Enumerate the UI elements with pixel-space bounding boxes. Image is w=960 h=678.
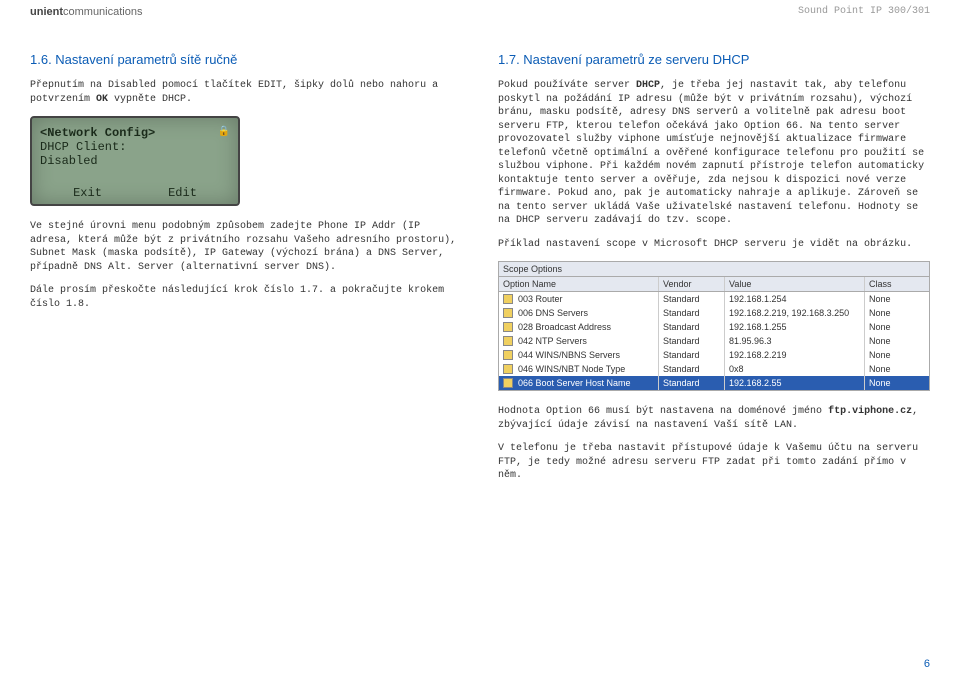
col-value: Value [725,277,865,291]
text-bold: OK [96,94,108,105]
text: Hodnota Option 66 musí být nastavena na … [498,406,828,417]
lcd-softkey-exit: Exit [73,186,102,200]
left-paragraph-1: Přepnutím na Disabled pomocí tlačítek ED… [30,79,462,106]
cell: 046 WINS/NBT Node Type [518,364,625,374]
scope-title: Scope Options [499,262,929,277]
cell: Standard [659,320,725,334]
logo: unientcommunications [30,6,142,18]
lcd-line-2: Disabled [40,154,230,168]
cell: None [865,292,911,306]
text-bold: DHCP [636,80,660,91]
cell: Standard [659,362,725,376]
section-1-7-heading: 1.7. Nastavení parametrů ze serveru DHCP [498,52,930,67]
text: , je třeba jej nastavit tak, aby telefon… [498,80,924,226]
col-class: Class [865,277,911,291]
option-icon [503,336,513,346]
cell: Standard [659,348,725,362]
cell: Standard [659,376,725,390]
right-paragraph-1: Pokud používáte server DHCP, je třeba je… [498,79,930,228]
left-column: 1.6. Nastavení parametrů sítě ručně Přep… [30,52,462,493]
table-row: 006 DNS Servers Standard 192.168.2.219, … [499,306,929,320]
table-header-row: Option Name Vendor Value Class [499,277,929,292]
cell: None [865,320,911,334]
option-icon [503,364,513,374]
cell: 192.168.2.219, 192.168.3.250 [725,306,865,320]
cell: None [865,334,911,348]
cell: 006 DNS Servers [518,308,588,318]
right-paragraph-4: V telefonu je třeba nastavit přístupové … [498,442,930,483]
cell: None [865,362,911,376]
cell: Standard [659,306,725,320]
lcd-line-1: DHCP Client: [40,140,230,154]
cell: 028 Broadcast Address [518,322,611,332]
content-columns: 1.6. Nastavení parametrů sítě ručně Přep… [0,22,960,493]
cell: 81.95.96.3 [725,334,865,348]
cell: None [865,376,911,390]
table-row: 028 Broadcast Address Standard 192.168.1… [499,320,929,334]
cell: 192.168.1.255 [725,320,865,334]
table-row: 046 WINS/NBT Node Type Standard 0x8 None [499,362,929,376]
cell: 044 WINS/NBNS Servers [518,350,620,360]
cell: 003 Router [518,294,563,304]
col-option-name: Option Name [499,277,659,291]
text: Pokud používáte server [498,80,636,91]
page-number: 6 [924,658,930,670]
device-model: Sound Point IP 300/301 [798,6,930,18]
text: vypněte DHCP. [108,94,192,105]
text: Přepnutím na Disabled pomocí tlačítek ED… [30,80,438,105]
cell: 0x8 [725,362,865,376]
right-paragraph-3: Hodnota Option 66 musí být nastavena na … [498,405,930,432]
cell: 192.168.1.254 [725,292,865,306]
right-column: 1.7. Nastavení parametrů ze serveru DHCP… [498,52,930,493]
option-icon [503,294,513,304]
cell: 192.168.2.55 [725,376,865,390]
logo-light: communications [63,6,142,18]
section-1-6-heading: 1.6. Nastavení parametrů sítě ručně [30,52,462,67]
table-row: 044 WINS/NBNS Servers Standard 192.168.2… [499,348,929,362]
phone-lcd-screenshot: <Network Config> 🔒 DHCP Client: Disabled… [30,116,240,206]
cell: 192.168.2.219 [725,348,865,362]
table-row-selected: 066 Boot Server Host Name Standard 192.1… [499,376,929,390]
cell: Standard [659,334,725,348]
option-icon [503,350,513,360]
cell: Standard [659,292,725,306]
option-icon [503,322,513,332]
right-paragraph-2: Příklad nastavení scope v Microsoft DHCP… [498,238,930,252]
cell: 066 Boot Server Host Name [518,378,631,388]
option-icon [503,378,513,388]
option-icon [503,308,513,318]
logo-bold: unient [30,6,63,18]
left-paragraph-3: Dále prosím přeskočte následující krok č… [30,284,462,311]
left-paragraph-2: Ve stejné úrovni menu podobným způsobem … [30,220,462,274]
dhcp-scope-table: Scope Options Option Name Vendor Value C… [498,261,930,391]
table-row: 042 NTP Servers Standard 81.95.96.3 None [499,334,929,348]
table-row: 003 Router Standard 192.168.1.254 None [499,292,929,306]
col-vendor: Vendor [659,277,725,291]
page-header: unientcommunications Sound Point IP 300/… [0,0,960,22]
cell: None [865,348,911,362]
cell: 042 NTP Servers [518,336,587,346]
cell: None [865,306,911,320]
lock-icon: 🔒 [218,126,230,140]
lcd-title: <Network Config> [40,126,155,140]
text-bold: ftp.viphone.cz [828,406,912,417]
lcd-softkey-edit: Edit [168,186,197,200]
